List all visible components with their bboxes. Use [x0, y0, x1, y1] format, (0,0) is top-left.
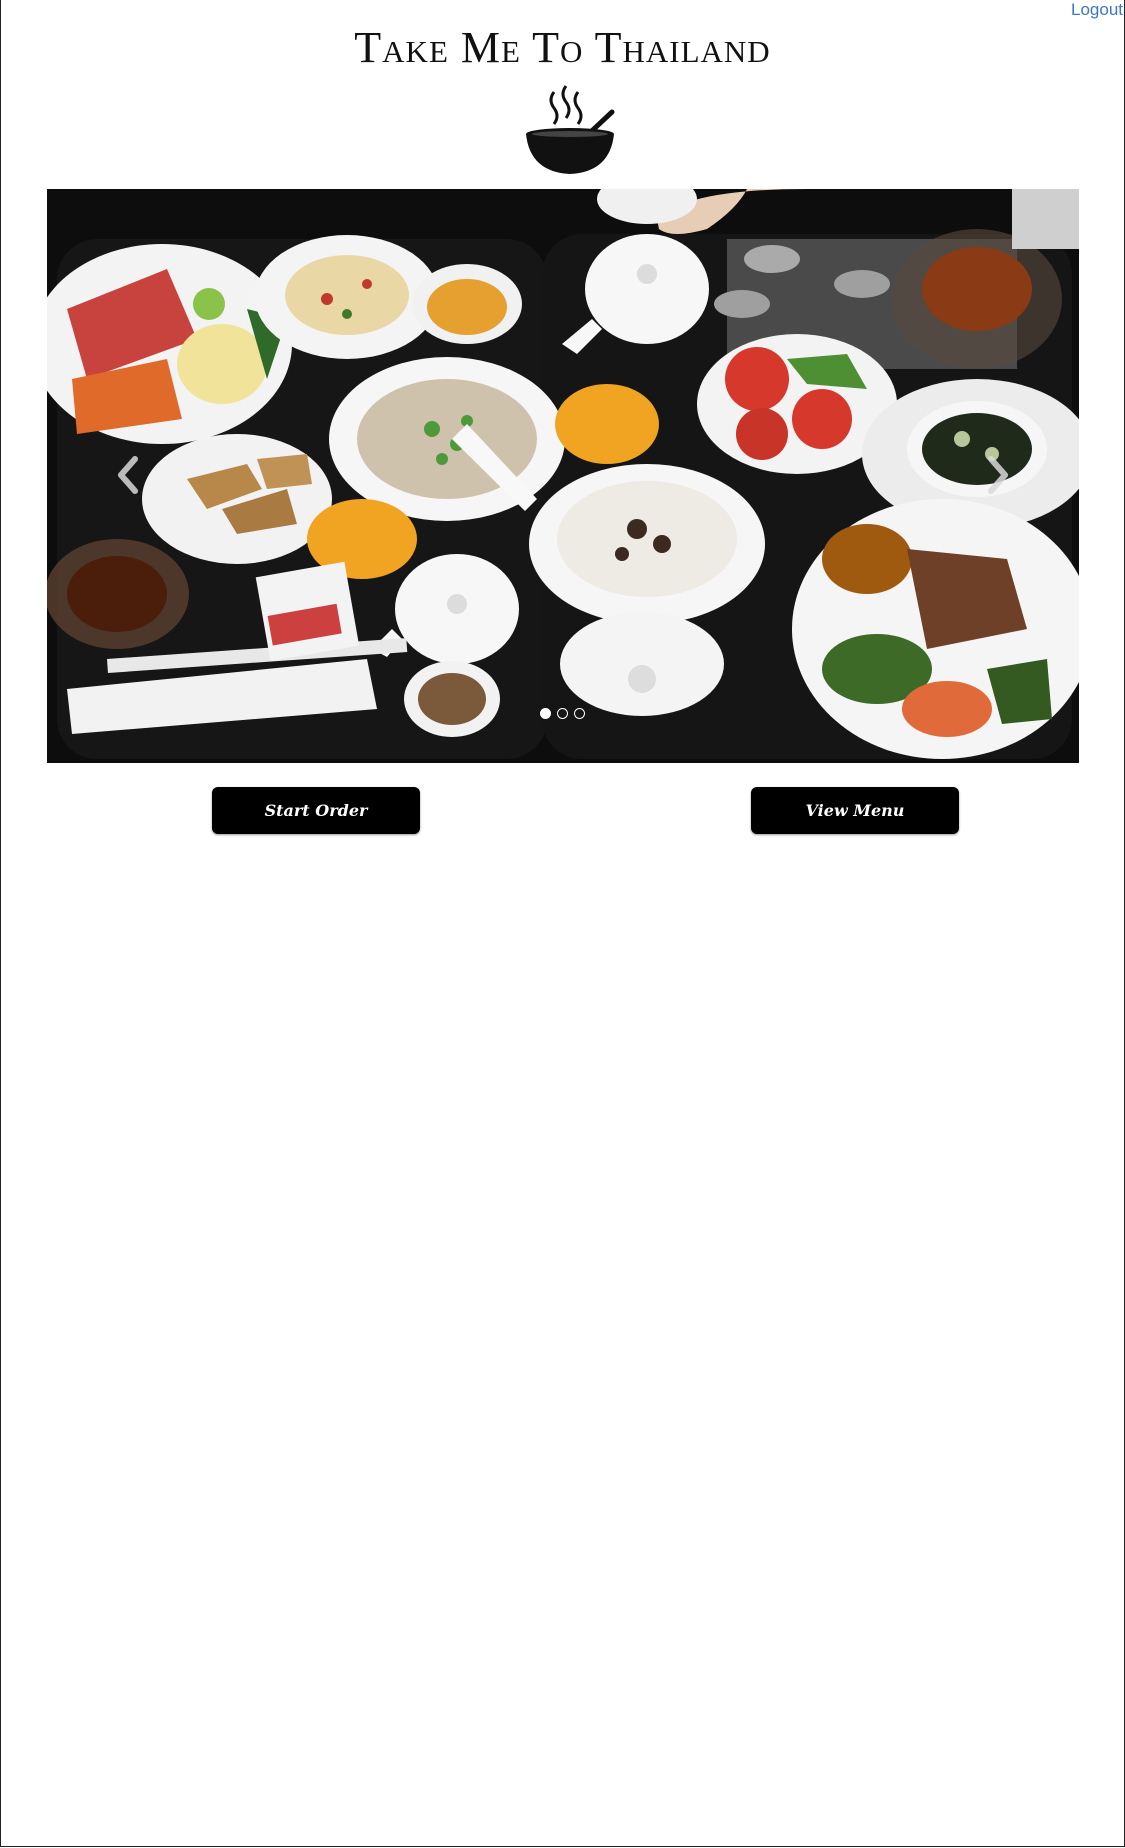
carousel-dot-2[interactable] [557, 708, 568, 719]
chevron-left-icon[interactable] [107, 447, 147, 503]
brand-title: Take Me To Thailand [354, 23, 771, 72]
steaming-bowl-icon [526, 85, 615, 174]
start-order-button[interactable]: Start Order [212, 787, 420, 834]
carousel-slide-image [47, 189, 1079, 763]
carousel-dot-1[interactable] [540, 708, 551, 719]
view-menu-button[interactable]: View Menu [751, 787, 959, 834]
food-carousel[interactable] [47, 189, 1079, 763]
carousel-indicators [0, 708, 1125, 719]
carousel-dot-3[interactable] [574, 708, 585, 719]
chevron-right-icon[interactable] [979, 447, 1019, 503]
logout-link[interactable]: Logout [1071, 0, 1123, 20]
